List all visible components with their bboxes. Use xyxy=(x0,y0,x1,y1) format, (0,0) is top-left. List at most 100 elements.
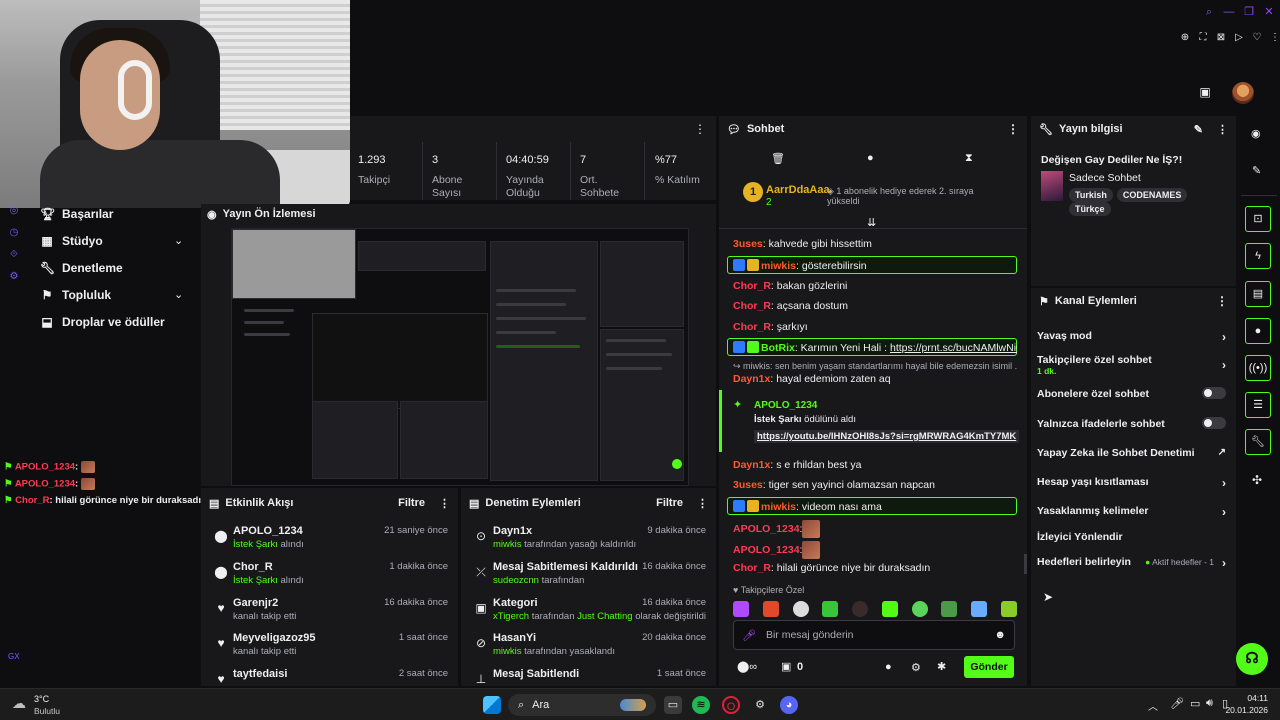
rail-tools-button[interactable]: 🔧︎ xyxy=(1245,429,1271,455)
add-panel-icon[interactable]: ✣ xyxy=(1252,473,1262,487)
maximize-icon[interactable]: ❐ xyxy=(1243,6,1255,18)
action-subs-only[interactable]: Abonelere özel sohbet xyxy=(1037,387,1226,400)
dashboard-icon[interactable]: ◉ xyxy=(1251,127,1261,140)
weather-temp[interactable]: 3°C xyxy=(34,694,49,704)
chat-message[interactable]: 3uses: kahvede gibi hissettim xyxy=(733,238,1017,250)
tag[interactable]: Türkçe xyxy=(1069,202,1111,216)
activity-item[interactable]: ⬤ Chor_R İstek Şarkı alındı 1 dakika önce xyxy=(211,561,448,595)
edit-icon[interactable]: ✎ xyxy=(1194,123,1203,136)
chat-message[interactable]: 3uses: tiger sen yayinci olamazsan napca… xyxy=(733,479,1017,491)
action-account-age[interactable]: Hesap yaşı kısıtlaması › xyxy=(1037,476,1226,490)
category-thumbnail[interactable] xyxy=(1041,171,1063,201)
trash-icon[interactable]: 🗑︎ xyxy=(771,152,785,165)
tag[interactable]: Turkish xyxy=(1069,188,1113,202)
clock-time[interactable]: 04:11 xyxy=(1230,693,1268,703)
emote-icon[interactable]: ✱ xyxy=(937,660,946,673)
fullscreen-icon[interactable]: ⛶ xyxy=(1196,31,1210,45)
rail-notes-button[interactable]: ▤ xyxy=(1245,281,1271,307)
kebab-icon[interactable]: ⋮ xyxy=(439,497,450,510)
spotify-icon[interactable]: ≋ xyxy=(692,696,710,714)
hourglass-icon[interactable]: ⧗ xyxy=(965,152,973,165)
chat-message[interactable]: BotRix: Karımın Yeni Hali : https://prnt… xyxy=(733,341,1017,354)
nav-achievements[interactable]: 🏆︎ Başarılar xyxy=(40,207,113,221)
chevron-up-icon[interactable]: ︿ xyxy=(1148,698,1158,713)
action-followers-only[interactable]: Takipçilere özel sohbet 1 dk. › xyxy=(1037,354,1226,376)
chat-message[interactable]: APOLO_1234: xyxy=(733,520,1017,538)
toggle-switch[interactable] xyxy=(1202,417,1226,429)
nav-moderation[interactable]: 🔧︎ Denetleme xyxy=(40,261,123,275)
activity-item[interactable]: ♥ Garenjr2 kanalı takip etti 16 dakika önce xyxy=(211,597,448,631)
redeem-user[interactable]: APOLO_1234 xyxy=(754,400,817,411)
toggle-switch[interactable] xyxy=(1202,387,1226,399)
action-slow-mode[interactable]: Yavaş mod › xyxy=(1037,330,1226,344)
action-emote-only[interactable]: Yalnızca ifadelerle sohbet xyxy=(1037,417,1226,430)
chevron-down-icon[interactable]: ⌄ xyxy=(174,234,183,247)
gear-icon[interactable]: ⚙ xyxy=(8,271,20,283)
mic-icon[interactable]: 🎤︎ xyxy=(742,629,756,642)
points-icon[interactable]: ⬤∞ xyxy=(737,660,757,673)
rail-clip-button[interactable]: ⊡ xyxy=(1245,206,1271,232)
filter-button[interactable]: Filtre xyxy=(656,497,683,509)
weather-desc[interactable]: Bulutlu xyxy=(34,706,60,716)
chat-message[interactable]: Chor_R: hilali görünce niye bir duraksad… xyxy=(733,562,1017,574)
kebab-icon[interactable]: ⋮ xyxy=(1217,123,1228,136)
minimize-icon[interactable]: — xyxy=(1223,6,1235,18)
discord-icon[interactable]: ◕ xyxy=(780,696,798,714)
chat-input[interactable]: 🎤︎ Bir mesaj gönderin ☻ xyxy=(733,620,1015,650)
volume-icon[interactable]: 🔊︎ xyxy=(1206,697,1213,710)
help-button[interactable]: ☊ xyxy=(1236,643,1268,675)
theater-icon[interactable]: ▣ xyxy=(1198,85,1212,99)
activity-item[interactable]: ⬤ APOLO_1234 İstek Şarkı alındı 21 saniye ö… xyxy=(211,525,448,559)
start-icon[interactable] xyxy=(483,696,501,714)
filter-button[interactable]: Filtre xyxy=(398,497,425,509)
scrollbar[interactable] xyxy=(1024,554,1027,574)
action-banned-words[interactable]: Yasaklanmış kelimeler › xyxy=(1037,505,1226,519)
play-icon[interactable]: ▷ xyxy=(1232,31,1246,45)
close-icon[interactable]: ✕ xyxy=(1263,6,1275,18)
chat-settings-icon[interactable]: ● xyxy=(885,661,892,673)
nav-drops[interactable]: ⬓ Droplar ve ödüller xyxy=(40,315,164,329)
modlog-item[interactable]: ⊙ Dayn1x miwkis tarafından yasağı kaldırıl… xyxy=(471,525,706,559)
chat-message[interactable]: Chor_R: şarkıyı xyxy=(733,321,1017,333)
rail-broadcast-button[interactable]: ((•)) xyxy=(1245,355,1271,381)
taskbar-search[interactable]: ⌕ Ara xyxy=(508,694,656,716)
kebab-icon[interactable]: ⋮ xyxy=(1007,122,1019,136)
emoji-icon[interactable]: ☻ xyxy=(994,629,1006,641)
kebab-icon[interactable]: ⋮ xyxy=(697,497,708,510)
chevron-down-icon[interactable]: ⌄ xyxy=(174,288,183,301)
action-goals[interactable]: Hedefleri belirleyin ● Aktif hedefler - 1… xyxy=(1037,556,1226,570)
clock-icon[interactable]: ◷ xyxy=(8,227,20,239)
tag[interactable]: CODENAMES xyxy=(1116,188,1188,202)
chat-message[interactable]: miwkis: videom nası ama xyxy=(733,500,1017,513)
network-icon[interactable]: ▭ xyxy=(1190,697,1200,710)
chat-message[interactable]: APOLO_1234: xyxy=(733,541,1017,559)
heart-icon[interactable]: ♡ xyxy=(1250,31,1264,45)
activity-item[interactable]: ♥ Meyveligazoz95 kanalı takip etti 1 saat ö… xyxy=(211,632,448,666)
preview-video[interactable] xyxy=(231,228,689,486)
category-name[interactable]: Sadece Sohbet xyxy=(1069,172,1141,184)
pencil-icon[interactable]: ✎ xyxy=(1252,164,1261,177)
rail-chat-button[interactable]: ● xyxy=(1245,318,1271,344)
gift-icon[interactable]: ▣ xyxy=(781,660,791,673)
gear-icon[interactable]: ⚙ xyxy=(911,661,921,674)
nav-community[interactable]: ⚑ Topluluk xyxy=(40,288,112,302)
reply-preview[interactable]: ↪ miwkis: sen benim yaşam standartlarımı… xyxy=(733,361,1017,372)
action-raid[interactable]: İzleyici Yönlendir xyxy=(1037,531,1226,543)
chat-message[interactable]: Chor_R: bakan gözlerini xyxy=(733,280,1017,292)
nav-studio[interactable]: ▦ Stüdyo xyxy=(40,234,102,248)
redeem-link[interactable]: https://youtu.be/IHNzOHl8sJs?si=rgMRWRAG… xyxy=(754,430,1020,443)
modlog-item[interactable]: ▣ Kategori xTigerch tarafından Just Chatti… xyxy=(471,597,706,631)
screenshot-icon[interactable]: ⊠ xyxy=(1214,31,1228,45)
rail-list-button[interactable]: ☰ xyxy=(1245,392,1271,418)
rail-lightning-button[interactable]: ϟ xyxy=(1245,243,1271,269)
chat-message[interactable]: miwkis: gösterebilirsin xyxy=(733,259,1017,272)
chat-message[interactable]: Dayn1x: s e rhildan best ya xyxy=(733,459,1017,471)
chat-message[interactable]: Dayn1x: hayal edemiom zaten aq xyxy=(733,373,1017,385)
task-view-icon[interactable]: ▭ xyxy=(664,696,682,714)
steam-icon[interactable]: ⚙ xyxy=(751,696,769,714)
mic-icon[interactable]: 🎤︎ xyxy=(1170,697,1184,710)
avatar[interactable] xyxy=(1232,82,1254,104)
emote-bar[interactable] xyxy=(733,600,1017,618)
search-icon[interactable]: ⌕ xyxy=(1203,6,1215,18)
modlog-item[interactable]: ⤫ Mesaj Sabitlemesi Kaldırıldı sudeozcnn t… xyxy=(471,561,706,595)
